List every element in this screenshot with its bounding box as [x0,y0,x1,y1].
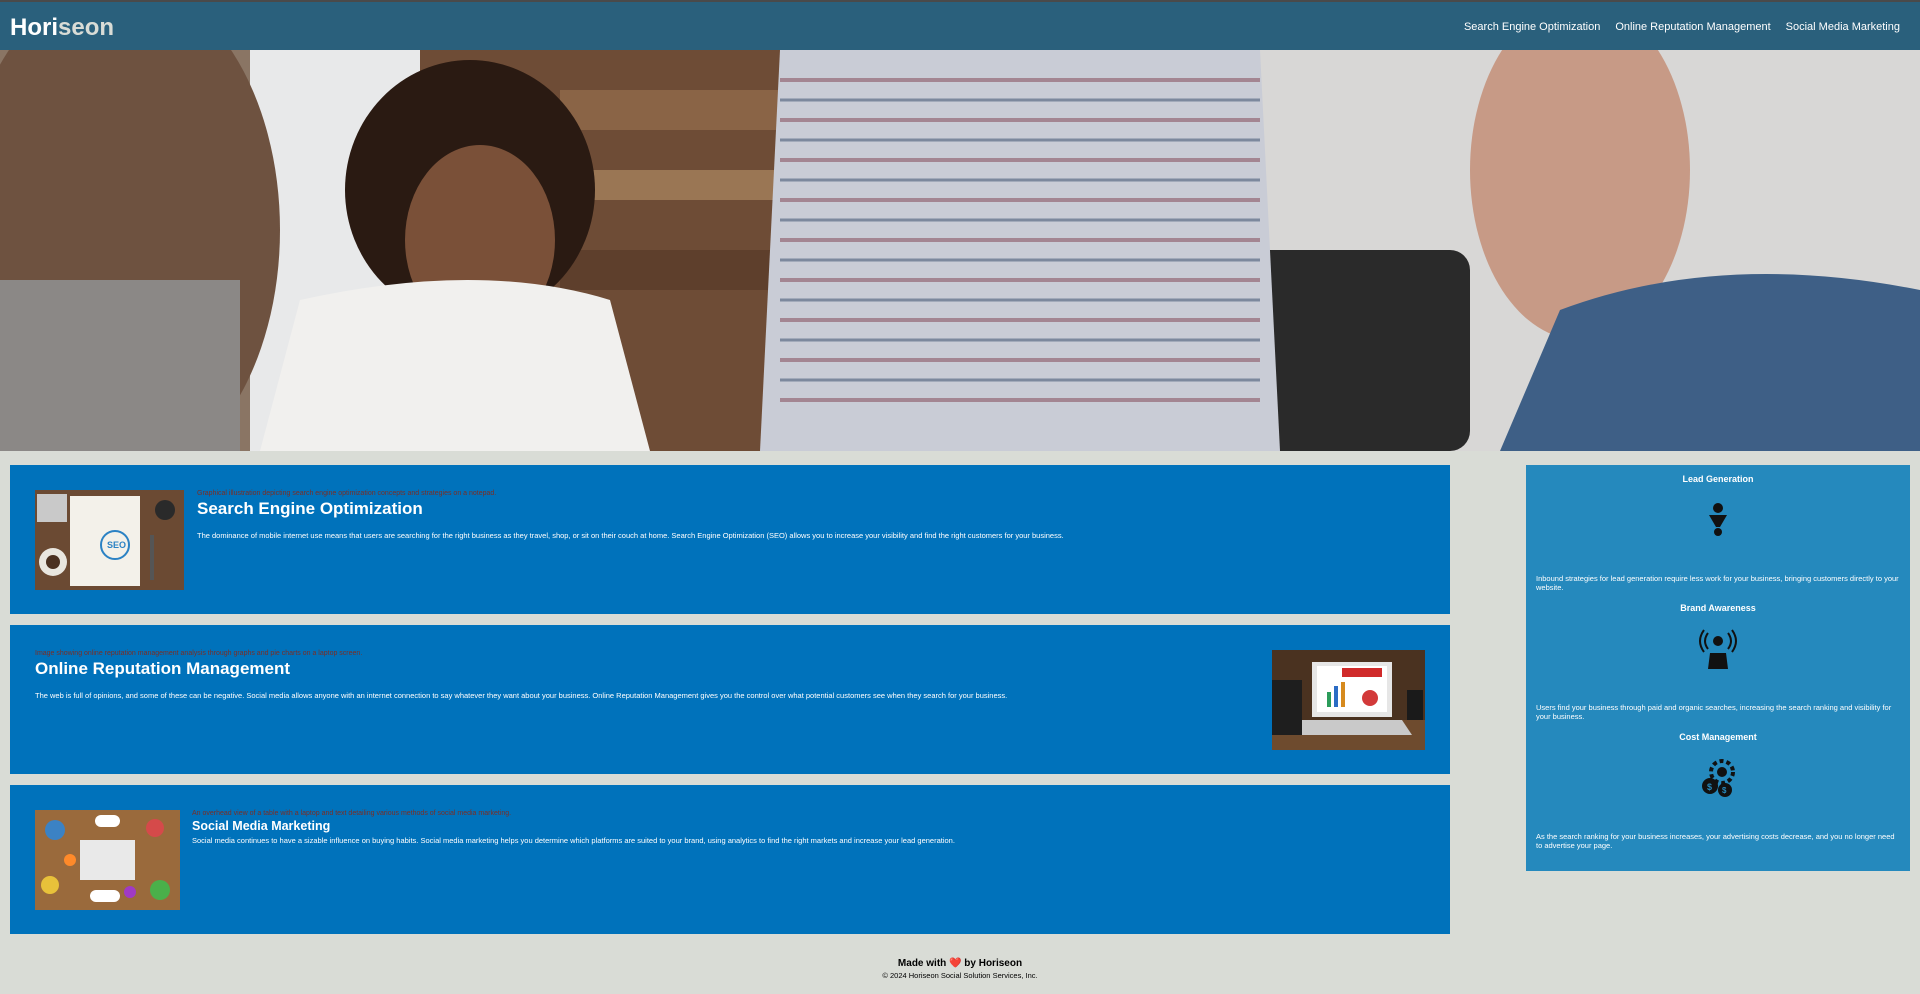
copyright: © 2024 Horiseon Social Solution Services… [882,971,1038,980]
orm-alt-text: Image showing online reputation manageme… [35,650,363,657]
nav-link-seo[interactable]: Search Engine Optimization [1464,21,1600,33]
seo-alt-text: Graphical illustration depicting search … [197,490,497,497]
svg-text:$: $ [1707,782,1712,792]
logo[interactable]: Horiseon [10,14,114,42]
svg-text:SEO: SEO [107,540,126,550]
seo-body: The dominance of mobile internet use mea… [197,531,1064,540]
smm-alt-text: An overhead view of a table with a lapto… [192,810,512,817]
brand-awareness-icon [1699,629,1737,669]
lead-generation-title: Lead Generation [1682,474,1754,484]
orm-body: The web is full of opinions, and some of… [35,691,1008,700]
logo-accent: seon [58,14,115,41]
main-nav: Search Engine Optimization Online Reputa… [1449,21,1900,33]
brand-awareness-body: Users find your business through paid an… [1536,703,1892,721]
card-orm: Image showing online reputation manageme… [10,625,1450,774]
smm-image [35,810,180,910]
site-footer: Made with ❤️ by Horiseon © 2024 Horiseon… [0,958,1920,980]
lead-generation-body: Inbound strategies for lead generation r… [1536,574,1899,592]
brand-awareness-title: Brand Awareness [1680,603,1756,613]
cost-management-icon: $ $ [1702,759,1735,797]
benefit-brand-awareness: Brand Awareness Users find your business… [1526,603,1910,721]
hero-photo [0,50,1920,451]
heart-icon: ❤️ [949,958,962,969]
benefit-lead-generation: Lead Generation Inbound strategies for l… [1526,474,1910,592]
benefits-sidebar: Lead Generation Inbound strategies for l… [1526,465,1910,871]
made-with-suffix: by Horiseon [964,958,1023,969]
seo-image: SEO [35,490,184,590]
card-seo: SEO Graphical illustration depicting sea… [10,465,1450,614]
card-smm: An overhead view of a table with a lapto… [10,785,1450,934]
hero-image [0,50,1920,451]
cost-management-body: As the search ranking for your business … [1536,832,1895,850]
smm-title: Social Media Marketing [192,819,331,833]
site-header: Horiseon Search Engine Optimization Onli… [0,0,1920,50]
logo-main: Hori [10,14,58,41]
smm-body: Social media continues to have a sizable… [192,836,955,845]
made-with-prefix: Made with [897,958,947,969]
cost-management-title: Cost Management [1679,732,1757,742]
benefit-cost-management: Cost Management $ $ As the search rankin… [1526,732,1910,850]
svg-text:$: $ [1722,786,1727,795]
nav-link-smm[interactable]: Social Media Marketing [1786,21,1900,33]
nav-link-orm[interactable]: Online Reputation Management [1615,21,1770,33]
orm-title: Online Reputation Management [35,659,291,678]
made-with-line: Made with ❤️ by Horiseon [0,958,1920,969]
seo-title: Search Engine Optimization [197,499,423,518]
lead-generation-icon [1709,503,1727,536]
orm-image [1272,650,1425,750]
